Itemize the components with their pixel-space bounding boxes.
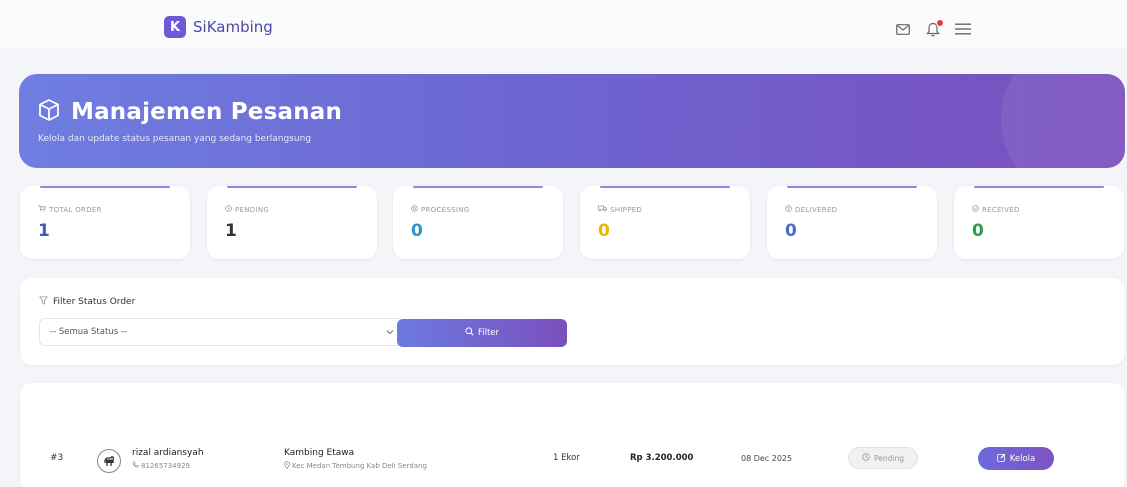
brand-logo[interactable]: K SiKambing [164, 16, 273, 38]
location-pin-icon [284, 461, 290, 471]
package-icon [785, 205, 792, 214]
page-header-banner: Manajemen Pesanan Kelola dan update stat… [19, 74, 1125, 168]
stat-label: PROCESSING [411, 205, 470, 214]
status-select[interactable]: -- Semua Status -- [39, 318, 405, 346]
stat-label: DELIVERED [785, 205, 837, 214]
table-row[interactable]: #3 rizal ardiansyah 81265734929 Kambing … [20, 443, 1125, 479]
product-name: Kambing Etawa [284, 448, 355, 458]
filter-button[interactable]: Filter [397, 319, 567, 347]
gear-icon [411, 205, 418, 214]
bell-icon[interactable] [924, 19, 944, 38]
stat-value: 0 [972, 221, 984, 241]
stat-label: TOTAL ORDER [38, 205, 102, 214]
mail-icon[interactable] [894, 20, 912, 38]
stat-card-total-order: TOTAL ORDER 1 [20, 186, 190, 259]
edit-icon [996, 453, 1006, 465]
check-circle-icon [972, 205, 979, 214]
order-stats: TOTAL ORDER 1 PENDING 1 PROCESSING 0 SHI… [20, 186, 1126, 259]
customer-cell: rizal ardiansyah 81265734929 [132, 448, 204, 470]
product-location: Kec Medan Tembung Kab Deli Serdang [284, 461, 427, 471]
chevron-down-icon [386, 328, 394, 338]
brand-badge: K [164, 16, 186, 38]
filter-title: Filter Status Order [39, 296, 135, 308]
stat-value: 1 [38, 221, 50, 241]
page-subtitle: Kelola dan update status pesanan yang se… [38, 134, 312, 144]
kelola-button[interactable]: Kelola [978, 447, 1054, 470]
order-date: 08 Dec 2025 [741, 454, 793, 463]
filter-panel: Filter Status Order -- Semua Status -- F… [20, 278, 1125, 365]
stat-card-delivered: DELIVERED 0 [767, 186, 937, 259]
status-badge: Pending [848, 447, 918, 469]
funnel-icon [39, 296, 48, 308]
page-title-text: Manajemen Pesanan [71, 99, 343, 125]
orders-table: #3 rizal ardiansyah 81265734929 Kambing … [20, 383, 1125, 487]
brand-name: SiKambing [193, 18, 273, 36]
header-actions [894, 19, 972, 38]
customer-phone: 81265734929 [132, 461, 204, 470]
stat-card-received: RECEIVED 0 [954, 186, 1124, 259]
order-id: #3 [50, 453, 64, 463]
notification-badge [936, 19, 944, 27]
price: Rp 3.200.000 [630, 453, 694, 463]
status-select-value: -- Semua Status -- [50, 327, 127, 337]
search-icon [465, 327, 474, 339]
phone-icon [132, 461, 139, 470]
stat-card-pending: PENDING 1 [207, 186, 377, 259]
customer-name: rizal ardiansyah [132, 448, 204, 458]
truck-icon [598, 205, 607, 214]
stat-value: 0 [785, 221, 797, 241]
clock-icon [225, 205, 232, 214]
product-cell: Kambing Etawa Kec Medan Tembung Kab Deli… [284, 448, 427, 471]
stat-value: 1 [225, 221, 237, 241]
stat-label: PENDING [225, 205, 269, 214]
stat-card-shipped: SHIPPED 0 [580, 186, 750, 259]
banner-decoration [1001, 74, 1125, 168]
avatar [97, 449, 121, 473]
stat-value: 0 [598, 221, 610, 241]
page-title: Manajemen Pesanan [37, 98, 342, 126]
cart-icon [38, 205, 46, 214]
stat-card-processing: PROCESSING 0 [393, 186, 563, 259]
top-navbar: K SiKambing [0, 0, 1127, 48]
box-icon [37, 98, 61, 126]
menu-icon[interactable] [954, 20, 972, 38]
stat-label: RECEIVED [972, 205, 1020, 214]
stat-label: SHIPPED [598, 205, 642, 214]
quantity: 1 Ekor [553, 453, 580, 463]
clock-icon [862, 453, 870, 463]
stat-value: 0 [411, 221, 423, 241]
